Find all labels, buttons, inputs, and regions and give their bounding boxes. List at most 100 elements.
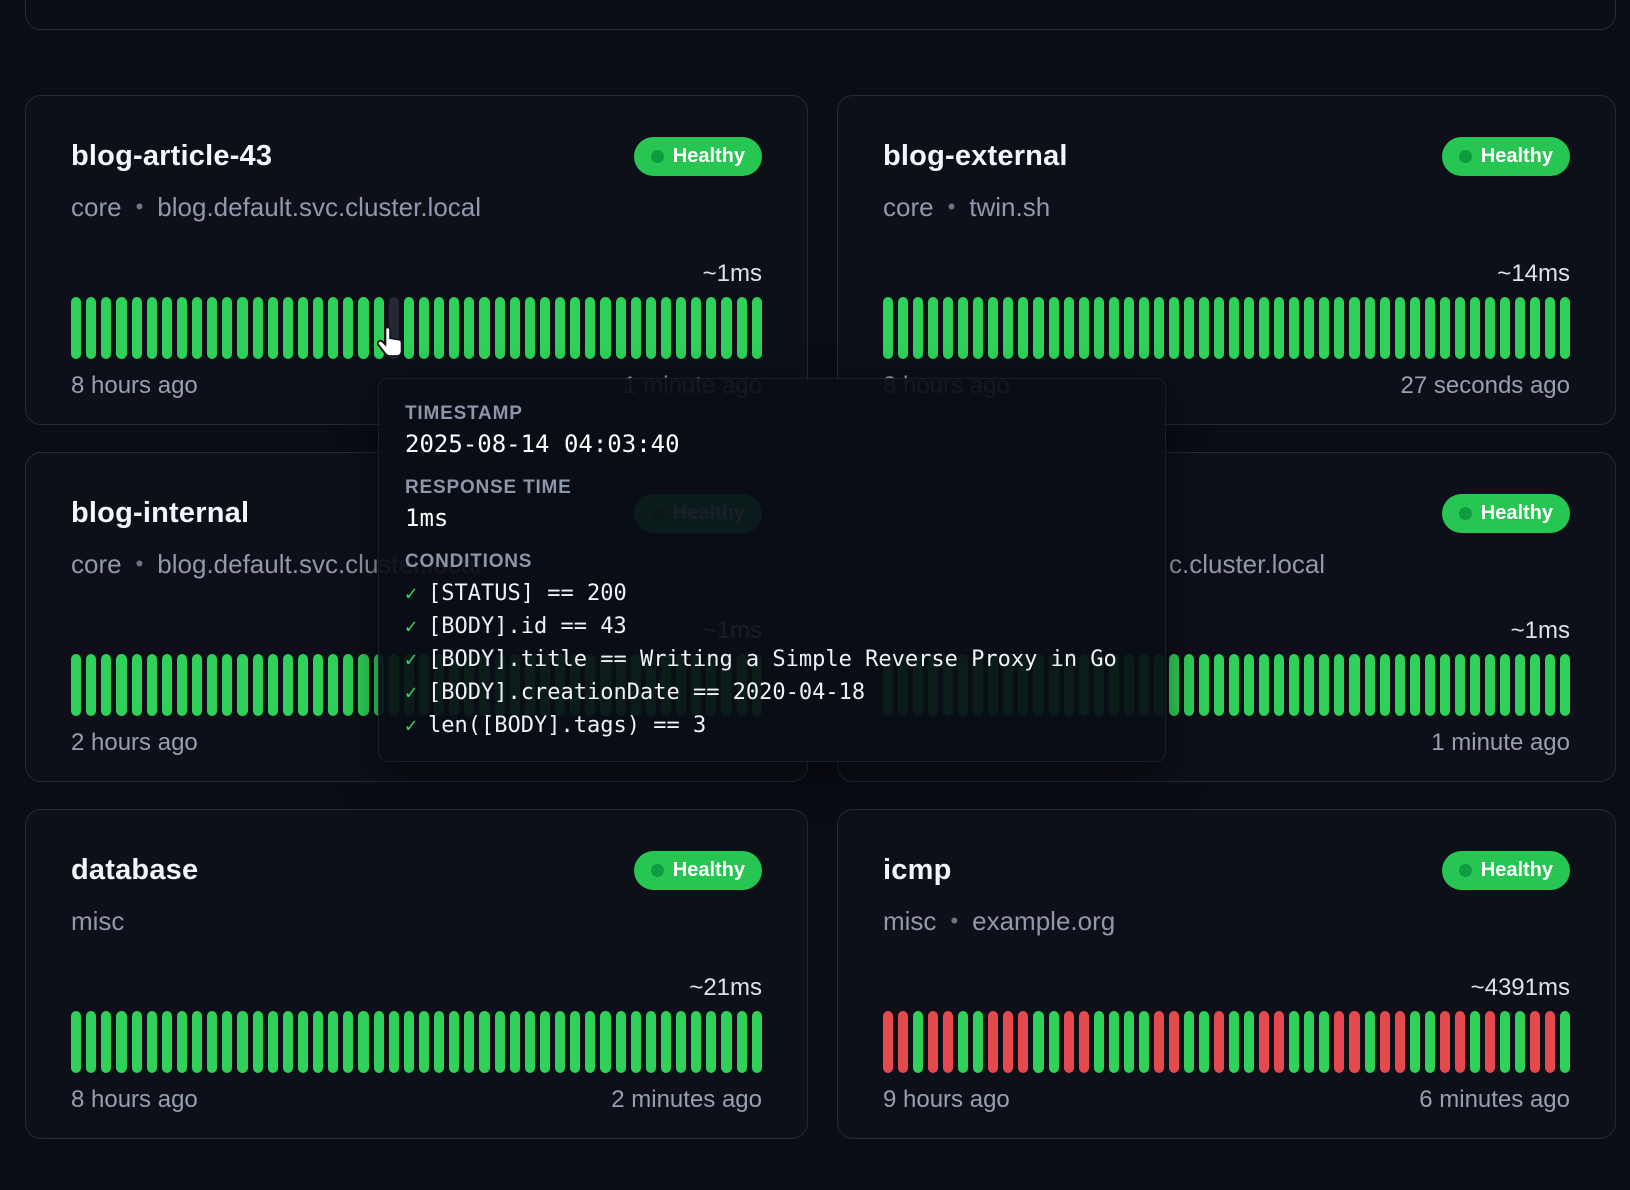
uptime-bar[interactable] [1049, 297, 1059, 359]
uptime-bar[interactable] [1064, 297, 1074, 359]
uptime-bar[interactable] [1304, 654, 1314, 716]
uptime-bar[interactable] [928, 297, 938, 359]
uptime-bars[interactable] [71, 1011, 762, 1073]
uptime-bar[interactable] [1094, 1011, 1104, 1073]
uptime-bar[interactable] [691, 1011, 701, 1073]
uptime-bar[interactable] [1455, 297, 1465, 359]
uptime-bar[interactable] [1289, 654, 1299, 716]
uptime-bar[interactable] [177, 654, 187, 716]
uptime-bars[interactable] [71, 297, 762, 359]
uptime-bar[interactable] [207, 297, 217, 359]
endpoint-card-icmp[interactable]: icmp Healthy misc • example.org ~4391ms … [837, 809, 1616, 1139]
uptime-bar[interactable] [358, 1011, 368, 1073]
uptime-bar[interactable] [646, 1011, 656, 1073]
uptime-bar[interactable] [616, 297, 626, 359]
uptime-bar[interactable] [943, 297, 953, 359]
uptime-bar[interactable] [449, 1011, 459, 1073]
uptime-bar[interactable] [1079, 297, 1089, 359]
uptime-bar[interactable] [1199, 1011, 1209, 1073]
uptime-bar[interactable] [1545, 654, 1555, 716]
uptime-bar[interactable] [1410, 1011, 1420, 1073]
uptime-bar[interactable] [525, 1011, 535, 1073]
uptime-bar[interactable] [555, 1011, 565, 1073]
uptime-bar[interactable] [661, 1011, 671, 1073]
uptime-bar[interactable] [631, 1011, 641, 1073]
uptime-bar[interactable] [898, 297, 908, 359]
uptime-bar[interactable] [1485, 297, 1495, 359]
uptime-bar[interactable] [1289, 1011, 1299, 1073]
uptime-bar[interactable] [162, 1011, 172, 1073]
uptime-bar[interactable] [101, 1011, 111, 1073]
uptime-bar[interactable] [1274, 297, 1284, 359]
uptime-bar[interactable] [298, 297, 308, 359]
uptime-bar[interactable] [222, 297, 232, 359]
uptime-bar[interactable] [1530, 654, 1540, 716]
uptime-bar[interactable] [1545, 297, 1555, 359]
uptime-bar[interactable] [1410, 297, 1420, 359]
uptime-bar[interactable] [1349, 297, 1359, 359]
uptime-bar[interactable] [162, 654, 172, 716]
uptime-bar[interactable] [1079, 1011, 1089, 1073]
uptime-bar[interactable] [1018, 1011, 1028, 1073]
uptime-bar[interactable] [358, 654, 368, 716]
uptime-bar[interactable] [419, 1011, 429, 1073]
uptime-bar[interactable] [207, 654, 217, 716]
uptime-bar[interactable] [222, 1011, 232, 1073]
uptime-bar[interactable] [913, 1011, 923, 1073]
uptime-bar[interactable] [1229, 1011, 1239, 1073]
uptime-bar[interactable] [1440, 297, 1450, 359]
uptime-bar[interactable] [1259, 654, 1269, 716]
uptime-bar[interactable] [1515, 654, 1525, 716]
uptime-bar[interactable] [147, 1011, 157, 1073]
uptime-bar[interactable] [449, 297, 459, 359]
uptime-bar[interactable] [71, 1011, 81, 1073]
uptime-bar[interactable] [1455, 654, 1465, 716]
uptime-bar[interactable] [1425, 297, 1435, 359]
uptime-bar[interactable] [1515, 1011, 1525, 1073]
uptime-bar[interactable] [328, 654, 338, 716]
uptime-bar[interactable] [434, 297, 444, 359]
uptime-bar[interactable] [132, 1011, 142, 1073]
uptime-bar[interactable] [343, 654, 353, 716]
uptime-bar[interactable] [237, 1011, 247, 1073]
uptime-bar[interactable] [585, 297, 595, 359]
uptime-bar[interactable] [1395, 1011, 1405, 1073]
uptime-bar[interactable] [1259, 297, 1269, 359]
uptime-bar[interactable] [1530, 1011, 1540, 1073]
uptime-bar[interactable] [973, 297, 983, 359]
uptime-bar[interactable] [328, 1011, 338, 1073]
uptime-bar[interactable] [1380, 654, 1390, 716]
uptime-bar[interactable] [676, 1011, 686, 1073]
uptime-bar[interactable] [253, 297, 263, 359]
uptime-bar[interactable] [1154, 1011, 1164, 1073]
uptime-bar[interactable] [1169, 1011, 1179, 1073]
uptime-bar[interactable] [585, 1011, 595, 1073]
uptime-bar[interactable] [283, 1011, 293, 1073]
uptime-bar[interactable] [1229, 297, 1239, 359]
uptime-bar[interactable] [132, 654, 142, 716]
uptime-bar[interactable] [1199, 297, 1209, 359]
uptime-bar[interactable] [676, 297, 686, 359]
uptime-bar[interactable] [540, 1011, 550, 1073]
uptime-bar[interactable] [1319, 1011, 1329, 1073]
uptime-bar[interactable] [192, 297, 202, 359]
uptime-bar[interactable] [661, 297, 671, 359]
uptime-bar[interactable] [237, 297, 247, 359]
uptime-bar[interactable] [101, 297, 111, 359]
uptime-bar[interactable] [86, 1011, 96, 1073]
uptime-bar[interactable] [1530, 297, 1540, 359]
uptime-bar[interactable] [1515, 297, 1525, 359]
uptime-bar[interactable] [268, 654, 278, 716]
uptime-bar[interactable] [1380, 1011, 1390, 1073]
uptime-bar[interactable] [1139, 1011, 1149, 1073]
uptime-bar[interactable] [1440, 1011, 1450, 1073]
uptime-bar[interactable] [1154, 297, 1164, 359]
uptime-bar[interactable] [1410, 654, 1420, 716]
uptime-bar[interactable] [116, 297, 126, 359]
uptime-bar[interactable] [1365, 1011, 1375, 1073]
uptime-bar[interactable] [162, 297, 172, 359]
uptime-bar[interactable] [1395, 654, 1405, 716]
uptime-bar[interactable] [1289, 297, 1299, 359]
uptime-bar[interactable] [495, 297, 505, 359]
uptime-bar[interactable] [1214, 297, 1224, 359]
